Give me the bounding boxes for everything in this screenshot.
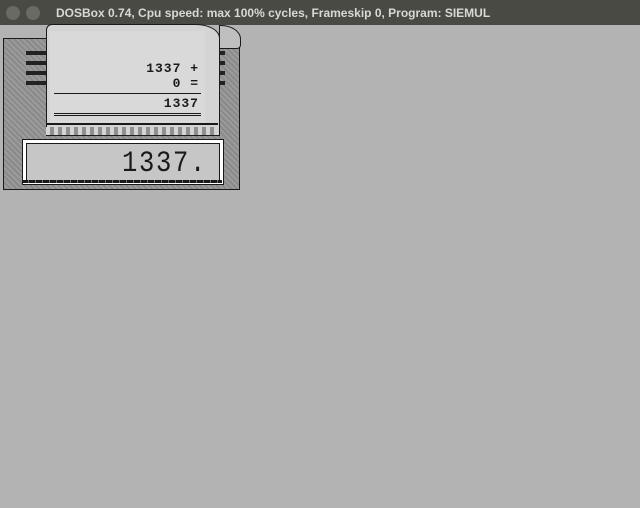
- calculator-body: 1337 + 0 = 1337 1337.: [3, 38, 240, 190]
- paper-guide: [26, 61, 46, 65]
- paper-guide: [26, 51, 46, 55]
- window-titlebar: DOSBox 0.74, Cpu speed: max 100% cycles,…: [0, 0, 640, 25]
- minimize-icon[interactable]: [26, 6, 40, 20]
- tape-line: 1337 +: [50, 61, 205, 76]
- base-trim: [22, 180, 222, 183]
- paper-tape: 1337 + 0 = 1337: [50, 31, 205, 123]
- paper-guide: [26, 71, 46, 75]
- close-icon[interactable]: [6, 6, 20, 20]
- paper-tear-edge: [46, 123, 218, 135]
- lcd-display: 1337.: [122, 147, 207, 181]
- paper-guide: [26, 81, 46, 85]
- paper-roll-curl: [219, 25, 241, 49]
- lcd-frame: 1337.: [22, 139, 224, 185]
- tape-line: 0 =: [50, 76, 205, 91]
- tape-line: 1337: [50, 96, 205, 111]
- window-title: DOSBox 0.74, Cpu speed: max 100% cycles,…: [56, 6, 490, 20]
- lcd-screen: 1337.: [26, 143, 220, 181]
- app-viewport: 1337 + 0 = 1337 1337.: [0, 25, 640, 508]
